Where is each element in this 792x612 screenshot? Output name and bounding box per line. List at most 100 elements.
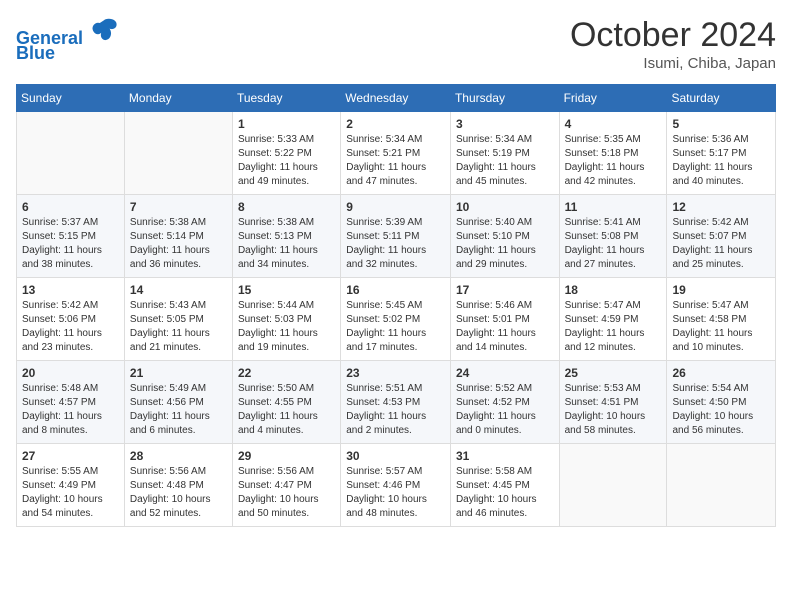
day-info: Sunrise: 5:45 AM Sunset: 5:02 PM Dayligh… — [346, 299, 445, 355]
sunset-text: Sunset: 5:06 PM — [22, 313, 119, 327]
day-info: Sunrise: 5:43 AM Sunset: 5:05 PM Dayligh… — [130, 299, 227, 355]
daylight-text: Daylight: 11 hours and 6 minutes. — [130, 410, 227, 438]
sunrise-text: Sunrise: 5:47 AM — [672, 299, 770, 313]
day-number: 29 — [238, 449, 335, 463]
daylight-text: Daylight: 11 hours and 0 minutes. — [456, 410, 554, 438]
calendar-cell — [17, 112, 125, 195]
daylight-text: Daylight: 11 hours and 4 minutes. — [238, 410, 335, 438]
day-number: 26 — [672, 366, 770, 380]
header-monday: Monday — [124, 85, 232, 112]
day-info: Sunrise: 5:37 AM Sunset: 5:15 PM Dayligh… — [22, 216, 119, 272]
sunrise-text: Sunrise: 5:35 AM — [565, 133, 662, 147]
sunset-text: Sunset: 4:58 PM — [672, 313, 770, 327]
day-number: 21 — [130, 366, 227, 380]
day-number: 7 — [130, 200, 227, 214]
header-sunday: Sunday — [17, 85, 125, 112]
sunset-text: Sunset: 4:53 PM — [346, 396, 445, 410]
calendar-cell: 27 Sunrise: 5:55 AM Sunset: 4:49 PM Dayl… — [17, 444, 125, 527]
calendar-month: October 2024 — [570, 16, 776, 55]
sunset-text: Sunset: 4:52 PM — [456, 396, 554, 410]
day-info: Sunrise: 5:44 AM Sunset: 5:03 PM Dayligh… — [238, 299, 335, 355]
daylight-text: Daylight: 11 hours and 12 minutes. — [565, 327, 662, 355]
sunrise-text: Sunrise: 5:37 AM — [22, 216, 119, 230]
day-info: Sunrise: 5:38 AM Sunset: 5:13 PM Dayligh… — [238, 216, 335, 272]
daylight-text: Daylight: 11 hours and 36 minutes. — [130, 244, 227, 272]
sunset-text: Sunset: 4:57 PM — [22, 396, 119, 410]
sunset-text: Sunset: 5:14 PM — [130, 230, 227, 244]
daylight-text: Daylight: 10 hours and 56 minutes. — [672, 410, 770, 438]
calendar-cell: 23 Sunrise: 5:51 AM Sunset: 4:53 PM Dayl… — [341, 361, 451, 444]
daylight-text: Daylight: 10 hours and 46 minutes. — [456, 493, 554, 521]
calendar-cell: 24 Sunrise: 5:52 AM Sunset: 4:52 PM Dayl… — [450, 361, 559, 444]
sunrise-text: Sunrise: 5:34 AM — [456, 133, 554, 147]
sunrise-text: Sunrise: 5:52 AM — [456, 382, 554, 396]
sunset-text: Sunset: 4:50 PM — [672, 396, 770, 410]
day-number: 25 — [565, 366, 662, 380]
calendar-cell: 18 Sunrise: 5:47 AM Sunset: 4:59 PM Dayl… — [559, 278, 667, 361]
sunset-text: Sunset: 5:18 PM — [565, 147, 662, 161]
sunrise-text: Sunrise: 5:50 AM — [238, 382, 335, 396]
sunset-text: Sunset: 4:59 PM — [565, 313, 662, 327]
day-info: Sunrise: 5:38 AM Sunset: 5:14 PM Dayligh… — [130, 216, 227, 272]
day-number: 13 — [22, 283, 119, 297]
sunset-text: Sunset: 4:49 PM — [22, 479, 119, 493]
calendar-cell: 16 Sunrise: 5:45 AM Sunset: 5:02 PM Dayl… — [341, 278, 451, 361]
calendar-cell: 12 Sunrise: 5:42 AM Sunset: 5:07 PM Dayl… — [667, 195, 776, 278]
day-number: 19 — [672, 283, 770, 297]
day-number: 4 — [565, 117, 662, 131]
sunset-text: Sunset: 5:08 PM — [565, 230, 662, 244]
daylight-text: Daylight: 11 hours and 10 minutes. — [672, 327, 770, 355]
daylight-text: Daylight: 11 hours and 27 minutes. — [565, 244, 662, 272]
daylight-text: Daylight: 11 hours and 21 minutes. — [130, 327, 227, 355]
calendar-table: Sunday Monday Tuesday Wednesday Thursday… — [16, 84, 776, 527]
header-tuesday: Tuesday — [232, 85, 340, 112]
sunset-text: Sunset: 4:55 PM — [238, 396, 335, 410]
daylight-text: Daylight: 11 hours and 34 minutes. — [238, 244, 335, 272]
day-number: 18 — [565, 283, 662, 297]
daylight-text: Daylight: 10 hours and 48 minutes. — [346, 493, 445, 521]
sunset-text: Sunset: 4:45 PM — [456, 479, 554, 493]
calendar-week-row: 6 Sunrise: 5:37 AM Sunset: 5:15 PM Dayli… — [17, 195, 776, 278]
logo-bird-icon — [90, 16, 118, 44]
day-info: Sunrise: 5:40 AM Sunset: 5:10 PM Dayligh… — [456, 216, 554, 272]
sunrise-text: Sunrise: 5:38 AM — [130, 216, 227, 230]
calendar-cell: 1 Sunrise: 5:33 AM Sunset: 5:22 PM Dayli… — [232, 112, 340, 195]
calendar-header-row: Sunday Monday Tuesday Wednesday Thursday… — [17, 85, 776, 112]
day-number: 15 — [238, 283, 335, 297]
sunrise-text: Sunrise: 5:42 AM — [22, 299, 119, 313]
calendar-cell: 17 Sunrise: 5:46 AM Sunset: 5:01 PM Dayl… — [450, 278, 559, 361]
page-header: General Blue October 2024 Isumi, Chiba, … — [16, 16, 776, 72]
day-number: 11 — [565, 200, 662, 214]
day-info: Sunrise: 5:41 AM Sunset: 5:08 PM Dayligh… — [565, 216, 662, 272]
day-number: 1 — [238, 117, 335, 131]
sunrise-text: Sunrise: 5:53 AM — [565, 382, 662, 396]
sunrise-text: Sunrise: 5:55 AM — [22, 465, 119, 479]
calendar-cell: 20 Sunrise: 5:48 AM Sunset: 4:57 PM Dayl… — [17, 361, 125, 444]
sunrise-text: Sunrise: 5:56 AM — [238, 465, 335, 479]
day-info: Sunrise: 5:52 AM Sunset: 4:52 PM Dayligh… — [456, 382, 554, 438]
calendar-week-row: 13 Sunrise: 5:42 AM Sunset: 5:06 PM Dayl… — [17, 278, 776, 361]
sunrise-text: Sunrise: 5:41 AM — [565, 216, 662, 230]
day-info: Sunrise: 5:55 AM Sunset: 4:49 PM Dayligh… — [22, 465, 119, 521]
calendar-cell: 9 Sunrise: 5:39 AM Sunset: 5:11 PM Dayli… — [341, 195, 451, 278]
day-info: Sunrise: 5:36 AM Sunset: 5:17 PM Dayligh… — [672, 133, 770, 189]
day-number: 30 — [346, 449, 445, 463]
sunset-text: Sunset: 5:10 PM — [456, 230, 554, 244]
daylight-text: Daylight: 11 hours and 25 minutes. — [672, 244, 770, 272]
day-info: Sunrise: 5:47 AM Sunset: 4:58 PM Dayligh… — [672, 299, 770, 355]
day-info: Sunrise: 5:46 AM Sunset: 5:01 PM Dayligh… — [456, 299, 554, 355]
calendar-cell — [559, 444, 667, 527]
sunrise-text: Sunrise: 5:36 AM — [672, 133, 770, 147]
sunrise-text: Sunrise: 5:46 AM — [456, 299, 554, 313]
sunrise-text: Sunrise: 5:45 AM — [346, 299, 445, 313]
sunrise-text: Sunrise: 5:42 AM — [672, 216, 770, 230]
day-info: Sunrise: 5:34 AM Sunset: 5:19 PM Dayligh… — [456, 133, 554, 189]
calendar-cell: 10 Sunrise: 5:40 AM Sunset: 5:10 PM Dayl… — [450, 195, 559, 278]
day-number: 16 — [346, 283, 445, 297]
day-number: 6 — [22, 200, 119, 214]
calendar-cell: 28 Sunrise: 5:56 AM Sunset: 4:48 PM Dayl… — [124, 444, 232, 527]
daylight-text: Daylight: 11 hours and 19 minutes. — [238, 327, 335, 355]
daylight-text: Daylight: 11 hours and 38 minutes. — [22, 244, 119, 272]
calendar-cell: 2 Sunrise: 5:34 AM Sunset: 5:21 PM Dayli… — [341, 112, 451, 195]
daylight-text: Daylight: 10 hours and 50 minutes. — [238, 493, 335, 521]
